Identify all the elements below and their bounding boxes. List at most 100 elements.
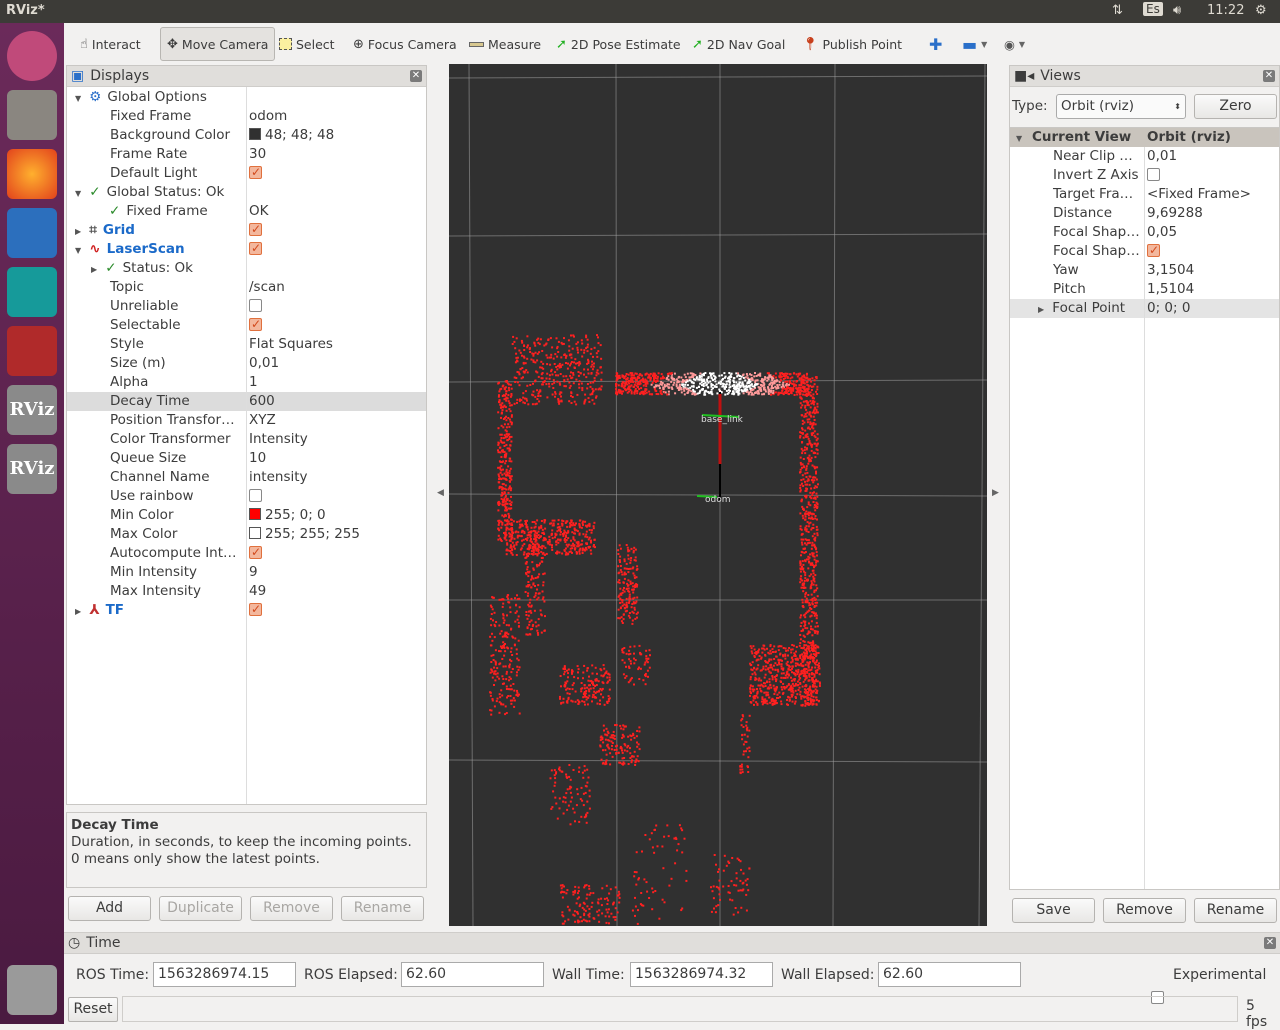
color-swatch[interactable] [249, 527, 261, 539]
arduino-icon[interactable] [7, 267, 57, 317]
checkbox[interactable] [249, 488, 262, 502]
wall-time-field[interactable]: 1563286974.32 [630, 962, 773, 987]
rename-button[interactable]: Rename [341, 896, 424, 921]
clock[interactable]: 11:22 [1207, 3, 1244, 18]
scan-point [809, 504, 812, 507]
expand-arrow-icon[interactable]: ▶ [75, 222, 85, 241]
expand-arrow-icon[interactable]: ▶ [91, 260, 101, 279]
scan-point [635, 883, 638, 886]
scan-point [808, 675, 811, 678]
scan-point [537, 543, 540, 546]
scan-point [728, 383, 731, 386]
app-icon[interactable] [7, 326, 57, 376]
checkbox[interactable] [249, 239, 262, 258]
scan-point [665, 377, 668, 380]
scan-point [694, 374, 697, 376]
scan-point [751, 652, 754, 655]
scan-point [539, 338, 542, 341]
tool-move-camera[interactable]: ✥ Move Camera [160, 27, 276, 61]
3d-render-view[interactable]: base_link odom [449, 64, 987, 926]
rviz-icon[interactable]: RViz [7, 385, 57, 435]
remove-tool-minus-icon[interactable]: ▬ ▼ [962, 32, 987, 56]
color-swatch[interactable] [249, 508, 261, 520]
files-icon[interactable] [7, 90, 57, 140]
scan-point [586, 667, 589, 670]
close-icon[interactable]: ✕ [1264, 937, 1276, 949]
ubuntu-dash-icon[interactable] [7, 31, 57, 81]
add-tool-plus-icon[interactable]: ✚ [929, 32, 942, 56]
scan-point [516, 689, 518, 692]
view-type-select[interactable]: Orbit (rviz) ⬍ [1056, 94, 1186, 119]
expand-arrow-icon[interactable]: ▼ [75, 184, 85, 203]
expand-arrow-icon[interactable]: ▼ [75, 241, 85, 260]
collapse-left-arrow-icon[interactable]: ◀ [437, 488, 444, 498]
scan-point [811, 492, 814, 495]
scene-svg[interactable]: base_link odom [449, 64, 987, 926]
trash-icon[interactable] [7, 965, 57, 1015]
checkbox[interactable] [249, 163, 262, 182]
property-value[interactable] [249, 239, 262, 259]
scan-point [638, 644, 641, 647]
firefox-icon[interactable] [7, 149, 57, 199]
property-value[interactable] [249, 163, 262, 183]
property-value[interactable] [1147, 241, 1160, 261]
tool-publish-point[interactable]: 📍︎ Publish Point [802, 32, 902, 56]
tool-focus-camera[interactable]: ⊕ Focus Camera [353, 32, 457, 56]
volume-icon[interactable]: 🔊︎ [1173, 3, 1181, 18]
scan-point [745, 909, 748, 912]
property-name: Status: Ok [122, 260, 193, 276]
scan-point [813, 479, 816, 482]
checkbox[interactable] [249, 315, 262, 334]
checkbox[interactable] [249, 220, 262, 239]
expand-arrow-icon[interactable]: ▶ [75, 602, 85, 621]
duplicate-button[interactable]: Duplicate [159, 896, 242, 921]
scan-point [699, 382, 702, 385]
scan-point [807, 688, 810, 690]
expand-arrow-icon[interactable]: ▼ [75, 89, 85, 108]
property-value: 0,01 [249, 354, 279, 373]
collapse-right-arrow-icon[interactable]: ▶ [992, 488, 999, 498]
property-value[interactable] [249, 600, 262, 620]
checkbox[interactable] [1147, 167, 1160, 181]
keyboard-layout[interactable]: Es [1143, 2, 1163, 16]
view-eye-icon[interactable]: ◉ ▼ [1004, 32, 1025, 56]
rviz-icon[interactable]: RViz [7, 444, 57, 494]
scan-point [536, 598, 539, 601]
expand-arrow-icon[interactable]: ▼ [1016, 129, 1026, 148]
remove-button[interactable]: Remove [250, 896, 333, 921]
property-value[interactable] [249, 543, 262, 563]
zero-button[interactable]: Zero [1194, 94, 1277, 119]
tool-select[interactable]: Select [279, 32, 335, 56]
writer-icon[interactable] [7, 208, 57, 258]
property-value[interactable] [249, 315, 262, 335]
ros-elapsed-field[interactable]: 62.60 [401, 962, 544, 987]
tool-interact[interactable]: ☝ Interact [80, 32, 141, 56]
checkbox[interactable] [249, 543, 262, 562]
expand-arrow-icon[interactable]: ▶ [1038, 300, 1048, 319]
checkbox[interactable] [1147, 241, 1160, 260]
tool-measure[interactable]: Measure [469, 32, 541, 56]
wall-elapsed-field[interactable]: 62.60 [878, 962, 1021, 987]
property-value[interactable] [249, 487, 262, 506]
add-button[interactable]: Add [68, 896, 151, 921]
close-icon[interactable]: ✕ [410, 70, 422, 82]
scan-point [690, 390, 693, 393]
checkbox[interactable] [249, 600, 262, 619]
property-value[interactable] [1147, 166, 1160, 185]
close-icon[interactable]: ✕ [1263, 70, 1275, 82]
tool-2d-nav-goal[interactable]: ➚ 2D Nav Goal [692, 32, 785, 56]
property-value[interactable] [249, 220, 262, 240]
scan-point [632, 597, 635, 600]
checkbox[interactable] [249, 298, 262, 312]
settings-gear-icon[interactable]: ⚙ [1255, 3, 1267, 18]
network-icon[interactable]: ⇅ [1112, 3, 1123, 18]
save-view-button[interactable]: Save [1012, 898, 1095, 923]
property-value[interactable] [249, 297, 262, 316]
rename-view-button[interactable]: Rename [1194, 898, 1277, 923]
remove-view-button[interactable]: Remove [1103, 898, 1186, 923]
tool-2d-pose-estimate[interactable]: ➚ 2D Pose Estimate [556, 32, 681, 56]
ros-time-field[interactable]: 1563286974.15 [153, 962, 296, 987]
color-swatch[interactable] [249, 128, 261, 140]
reset-button[interactable]: Reset [68, 997, 118, 1022]
scan-point [586, 346, 589, 349]
